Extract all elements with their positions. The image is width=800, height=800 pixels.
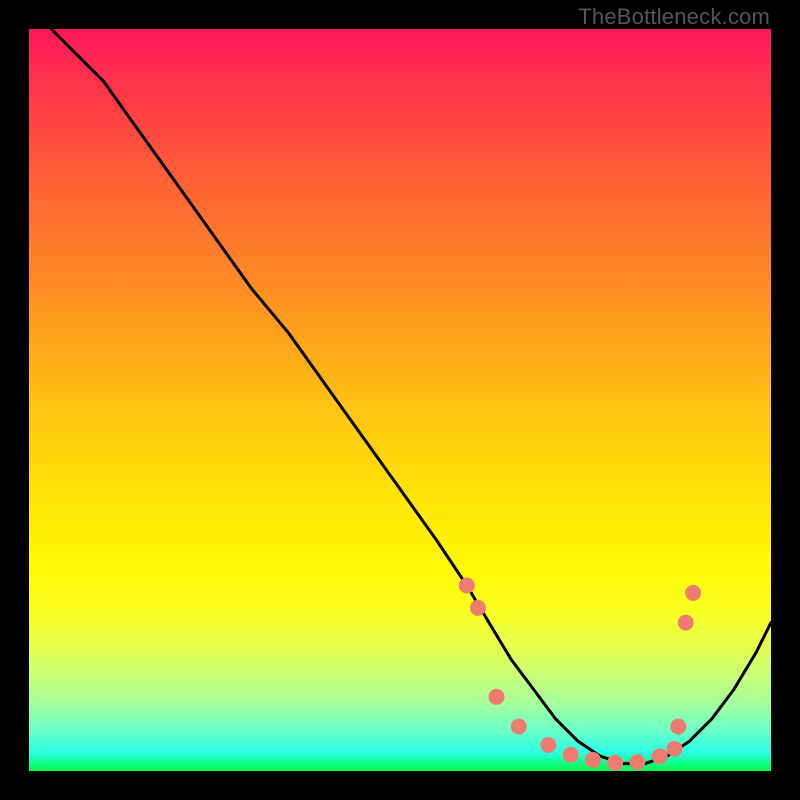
valley-marker [585, 752, 601, 768]
chart-overlay [29, 29, 771, 771]
valley-marker [470, 600, 486, 616]
valley-marker [540, 737, 556, 753]
valley-marker [667, 741, 683, 757]
watermark-text: TheBottleneck.com [578, 4, 770, 30]
chart-frame: TheBottleneck.com [0, 0, 800, 800]
valley-marker [629, 754, 645, 770]
valley-marker [607, 755, 623, 771]
valley-marker [511, 719, 527, 735]
valley-marker [685, 585, 701, 601]
valley-marker [563, 747, 579, 763]
valley-marker [652, 748, 668, 764]
valley-marker [459, 578, 475, 594]
bottleneck-curve [51, 29, 771, 764]
valley-marker [670, 719, 686, 735]
valley-marker [678, 615, 694, 631]
valley-marker [489, 689, 505, 705]
